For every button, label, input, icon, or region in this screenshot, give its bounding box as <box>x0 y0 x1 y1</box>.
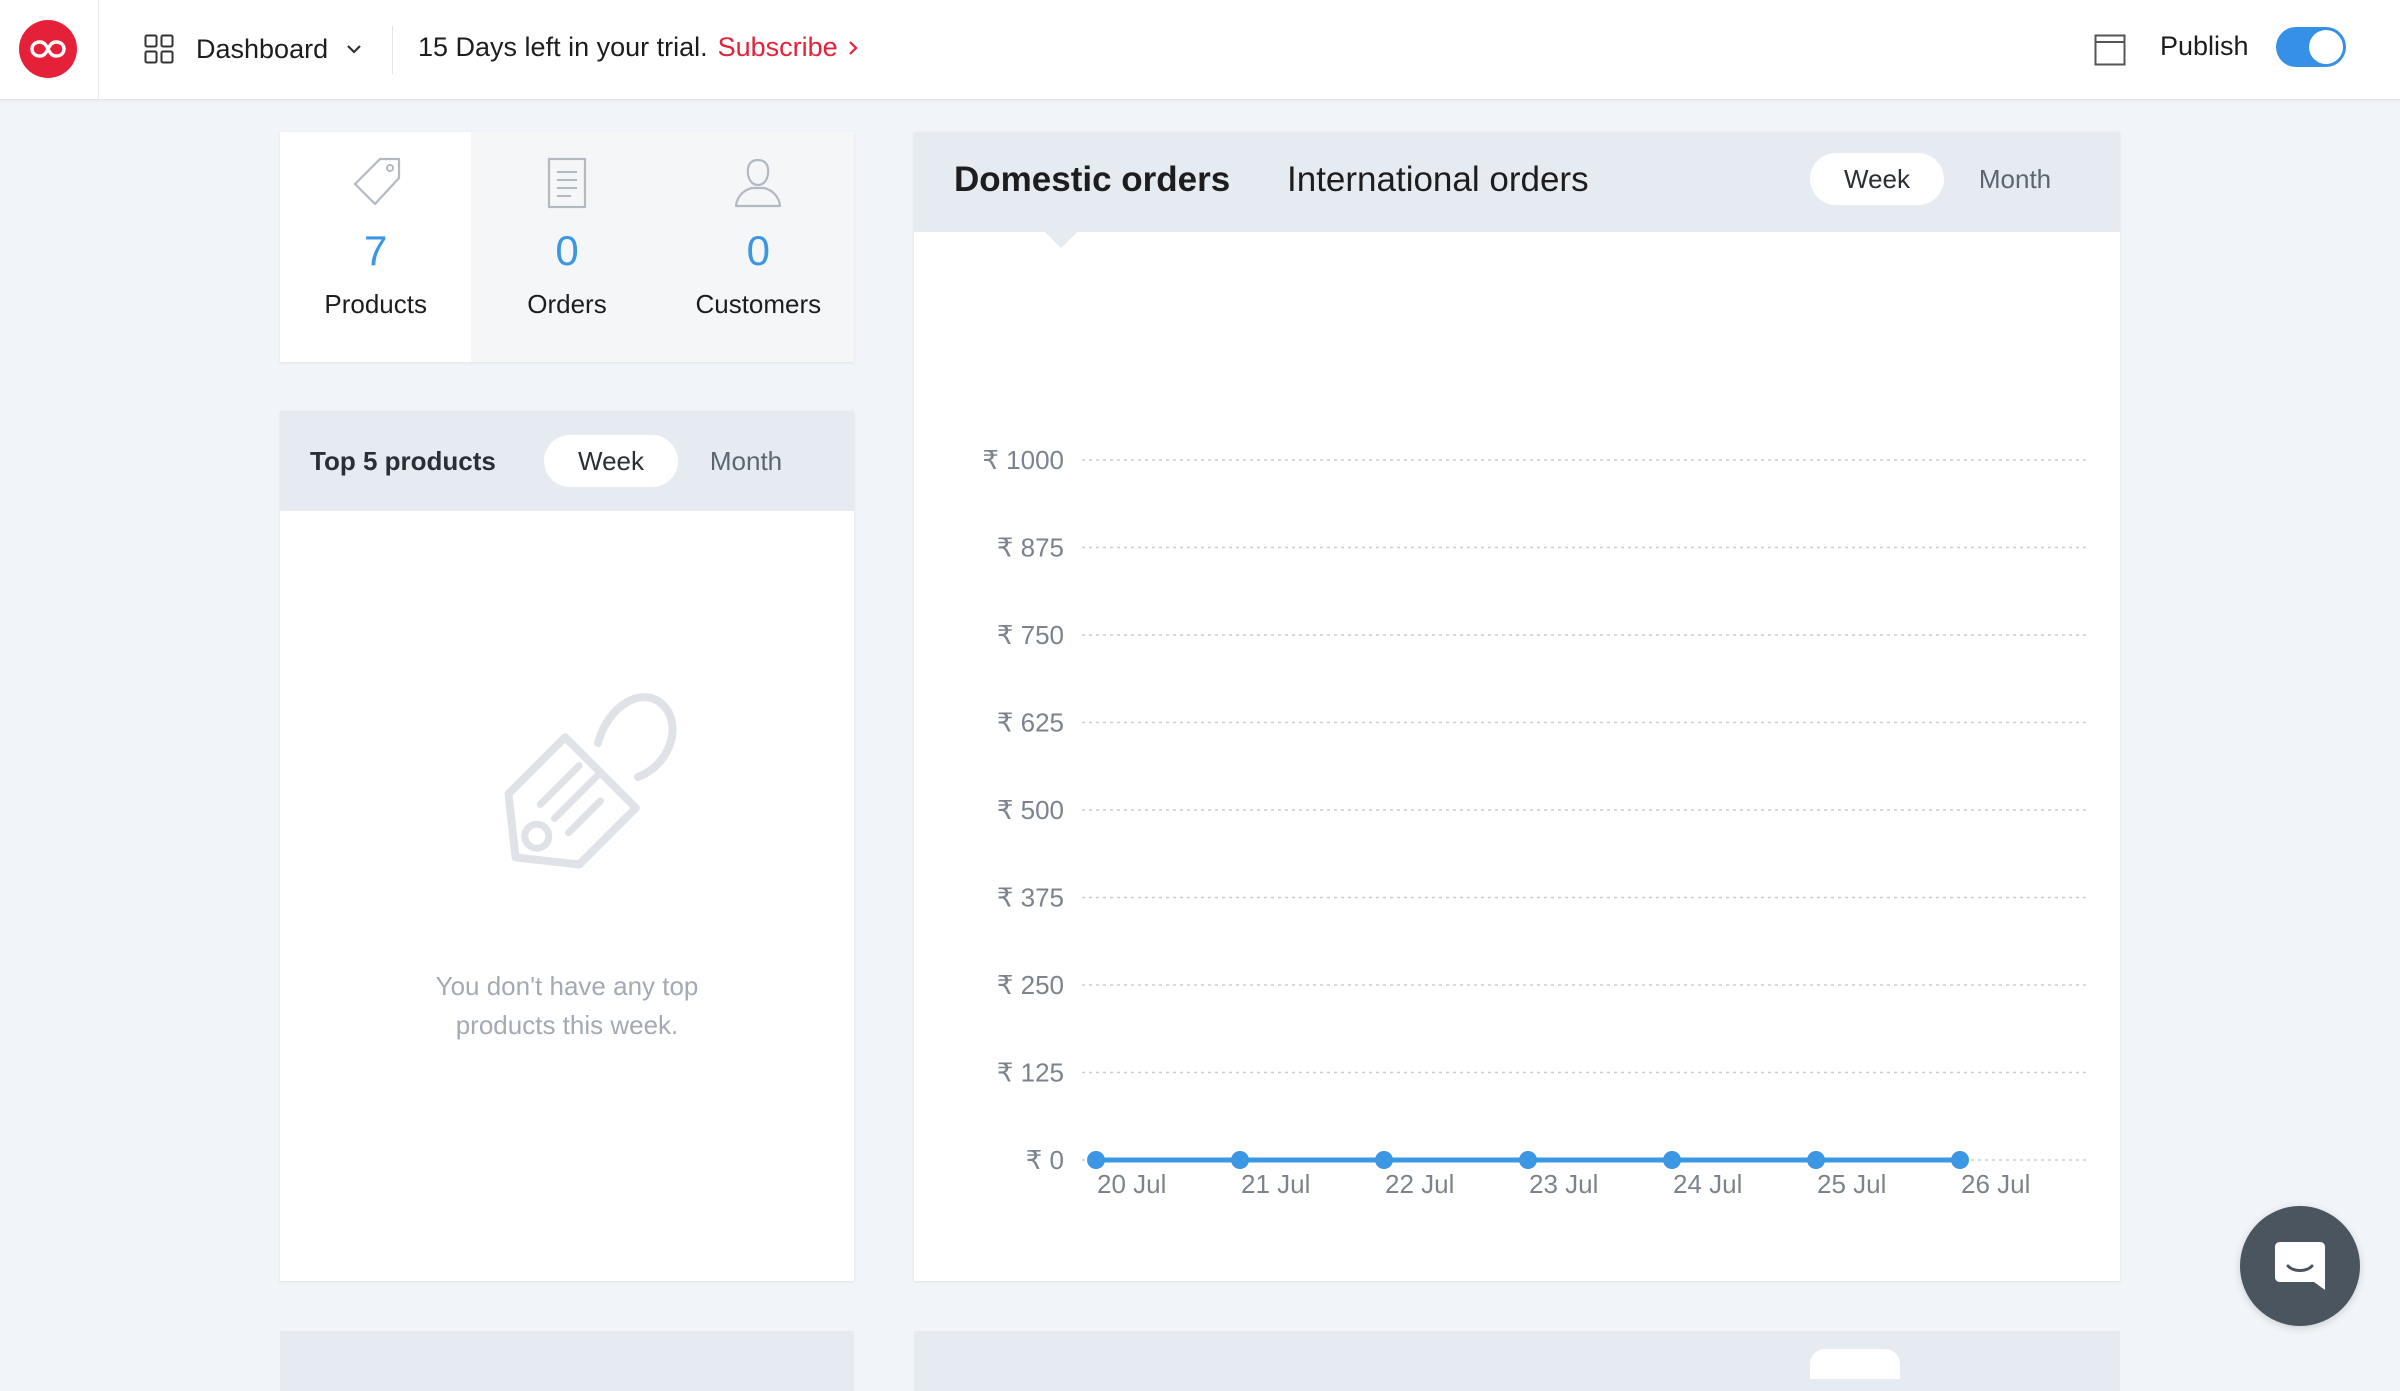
top-bar: Dashboard 15 Days left in your trial. Su… <box>0 0 2400 100</box>
logo-cell <box>0 0 99 99</box>
user-icon <box>732 156 784 215</box>
bottom-card-right <box>914 1331 2120 1391</box>
stat-label: Customers <box>695 289 822 319</box>
bottom-card-pill[interactable] <box>1810 1349 1900 1379</box>
y-tick-label: ₹ 1000 <box>982 445 1064 475</box>
x-tick-label: 22 Jul <box>1385 1169 1454 1199</box>
x-tick-label: 26 Jul <box>1961 1169 2030 1199</box>
data-point <box>1807 1151 1825 1169</box>
publish-label: Publish <box>2160 31 2249 61</box>
publish-toggle[interactable] <box>2276 27 2346 67</box>
chat-launcher-button[interactable] <box>2240 1206 2360 1326</box>
top-products-title: Top 5 products <box>310 446 496 476</box>
y-tick-label: ₹ 750 <box>997 620 1064 650</box>
grid-icon <box>144 34 174 64</box>
trial-notice: 15 Days left in your trial. Subscribe <box>418 32 858 63</box>
empty-line-1: You don't have any top <box>435 971 699 1001</box>
stat-value: 0 <box>746 227 770 274</box>
data-point <box>1375 1151 1393 1169</box>
x-tick-label: 25 Jul <box>1817 1169 1886 1199</box>
x-tick-label: 21 Jul <box>1241 1169 1310 1199</box>
bottom-card-left <box>280 1331 854 1391</box>
top-products-header: Top 5 products Week Month <box>280 411 854 511</box>
stat-label: Orders <box>527 289 607 319</box>
stat-orders[interactable]: 0 Orders <box>471 132 663 362</box>
browser-preview-icon[interactable] <box>2094 34 2126 71</box>
empty-state-text: You don't have any top products this wee… <box>280 967 854 1045</box>
stats-card: 7 Products 0 Orders 0 Customers <box>280 132 854 362</box>
data-point <box>1951 1151 1969 1169</box>
stat-customers[interactable]: 0 Customers <box>662 132 854 362</box>
x-tick-label: 23 Jul <box>1529 1169 1598 1199</box>
stat-value: 0 <box>555 227 579 274</box>
y-tick-label: ₹ 0 <box>1026 1145 1064 1175</box>
dashboard-nav-label: Dashboard <box>196 33 329 64</box>
y-tick-label: ₹ 500 <box>997 795 1064 825</box>
divider <box>392 26 393 74</box>
dashboard-nav-dropdown[interactable]: Dashboard <box>144 29 362 69</box>
infinity-logo-icon[interactable] <box>19 20 77 78</box>
chevron-down-icon <box>346 44 362 54</box>
chevron-right-icon <box>848 40 858 55</box>
top-products-month-button[interactable]: Month <box>684 435 808 487</box>
tag-icon <box>350 156 402 215</box>
y-tick-label: ₹ 625 <box>997 708 1064 738</box>
data-point <box>1231 1151 1249 1169</box>
stat-value: 7 <box>363 227 388 274</box>
orders-line-chart: ₹ 0 ₹ 125 ₹ 250 ₹ 375 ₹ 500 ₹ 625 ₹ 750 ₹ 875 ₹ … <box>982 445 2086 1199</box>
data-point <box>1519 1151 1537 1169</box>
data-point <box>1087 1151 1105 1169</box>
x-tick-label: 20 Jul <box>1097 1169 1166 1199</box>
stat-label: Products <box>324 289 427 319</box>
subscribe-label: Subscribe <box>717 32 838 62</box>
empty-line-2: products this week. <box>455 1010 679 1040</box>
chat-icon <box>2275 1242 2325 1290</box>
top-products-card: Top 5 products Week Month You don't have… <box>280 411 854 1281</box>
subscribe-link[interactable]: Subscribe <box>718 32 858 63</box>
y-tick-label: ₹ 250 <box>997 970 1064 1000</box>
orders-chart-card: Domestic orders International orders Wee… <box>914 132 2120 1281</box>
data-point <box>1663 1151 1681 1169</box>
empty-tag-illustration <box>438 665 698 940</box>
x-tick-label: 24 Jul <box>1673 1169 1742 1199</box>
top-products-week-button[interactable]: Week <box>544 435 678 487</box>
document-icon <box>541 156 593 215</box>
stat-products[interactable]: 7 Products <box>280 132 471 362</box>
y-tick-label: ₹ 875 <box>997 533 1064 563</box>
y-tick-label: ₹ 125 <box>997 1058 1064 1088</box>
y-tick-label: ₹ 375 <box>997 883 1064 913</box>
toggle-knob <box>2309 30 2343 64</box>
trial-text: 15 Days left in your trial. <box>418 32 708 62</box>
